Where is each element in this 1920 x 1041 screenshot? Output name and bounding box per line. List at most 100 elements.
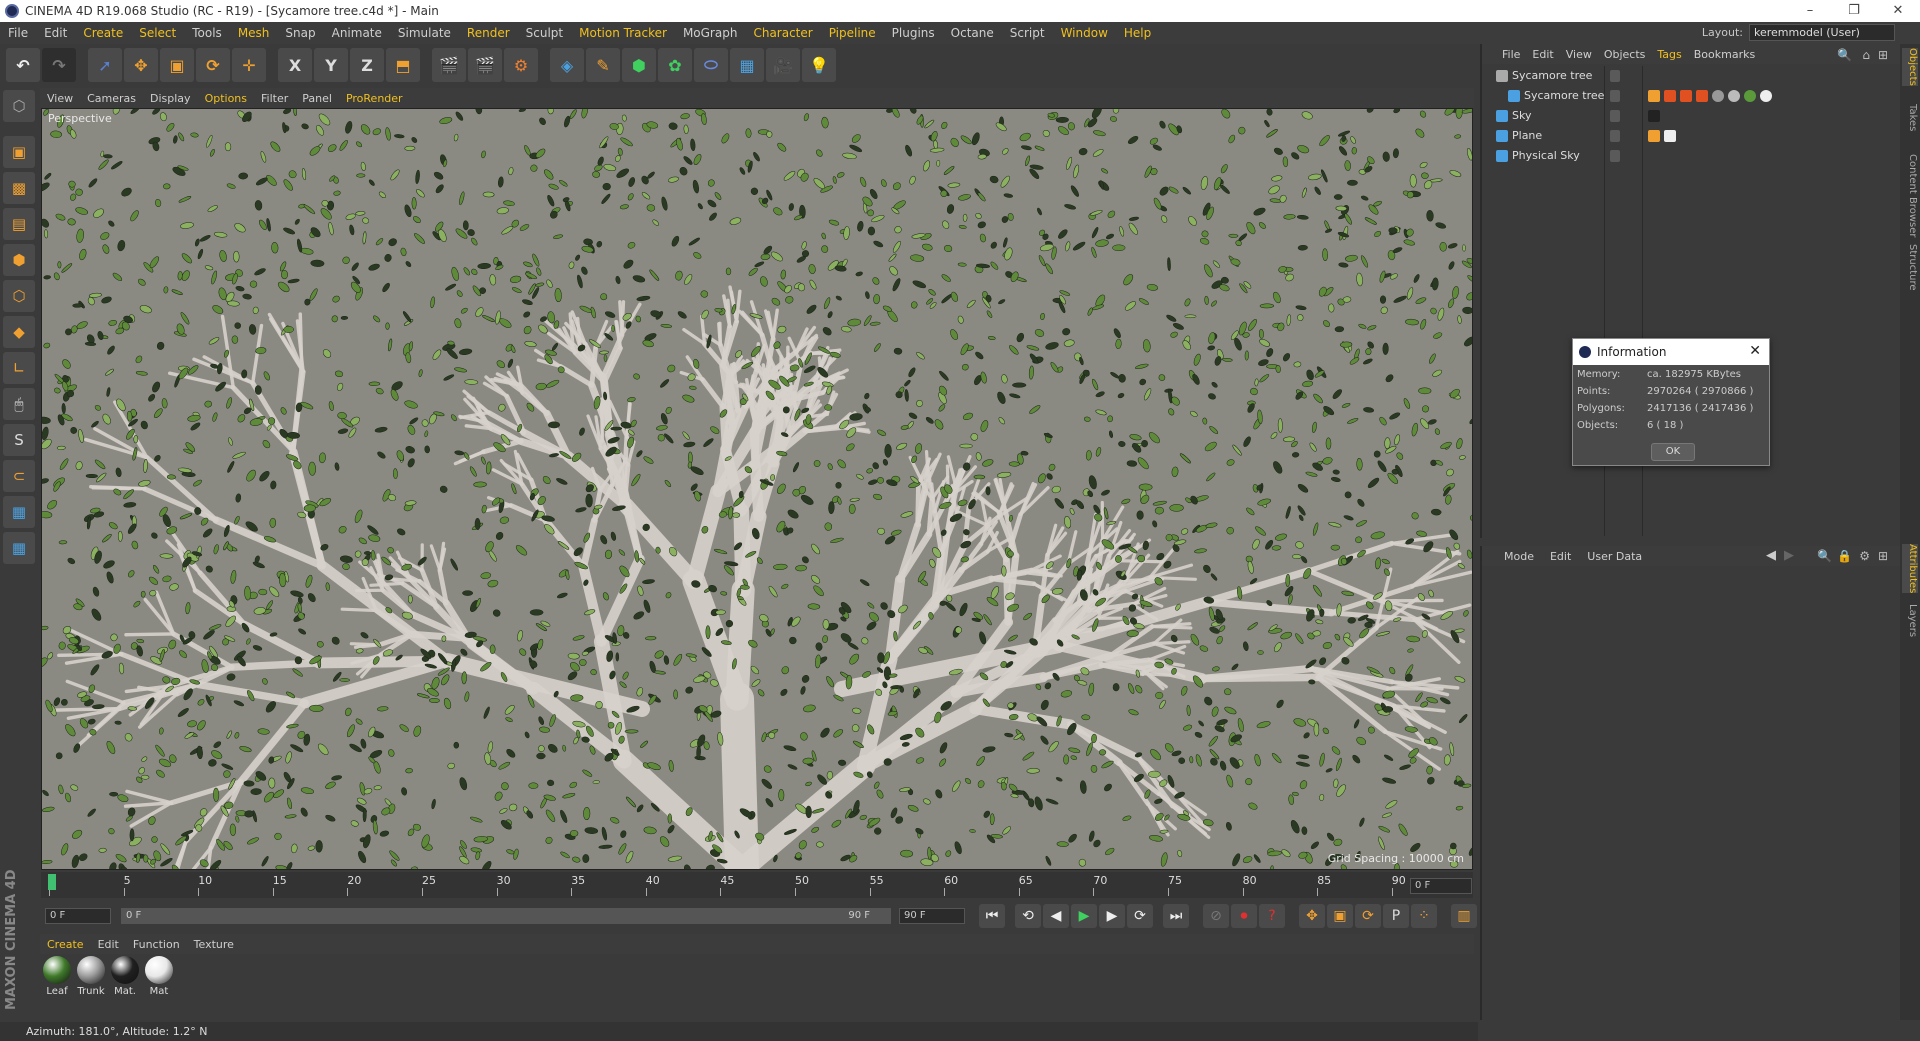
visibility-dots-icon[interactable]	[1624, 70, 1634, 82]
visibility-dots-icon[interactable]	[1610, 70, 1620, 82]
object-tag-icon[interactable]	[1696, 90, 1708, 102]
menu-motion-tracker[interactable]: Motion Tracker	[571, 26, 675, 40]
move-tool-icon[interactable]: ✥	[124, 48, 158, 82]
restore-button[interactable]: ❐	[1832, 0, 1876, 22]
menu-edit[interactable]: Edit	[36, 26, 75, 40]
menu-pipeline[interactable]: Pipeline	[821, 26, 884, 40]
deformer-icon[interactable]: ⬭	[694, 48, 728, 82]
menu-mograph[interactable]: MoGraph	[675, 26, 746, 40]
visibility-dots-icon[interactable]	[1624, 110, 1634, 122]
material-swatch[interactable]: Mat.	[110, 956, 140, 997]
object-tag-icon[interactable]	[1648, 130, 1660, 142]
motion-path-icon[interactable]: ⊘	[1203, 904, 1229, 928]
right-tab-layers[interactable]: Layers	[1902, 604, 1918, 637]
right-tab-attributes[interactable]: Attributes	[1902, 544, 1918, 594]
start-frame-field[interactable]: 0 F	[45, 908, 111, 924]
object-row[interactable]: Sycamore tree	[1482, 86, 1900, 106]
live-selection-icon[interactable]: ➚	[88, 48, 122, 82]
object-tag-icon[interactable]	[1648, 110, 1660, 122]
light-icon[interactable]: 💡	[802, 48, 836, 82]
object-menu-bookmarks[interactable]: Bookmarks	[1688, 48, 1761, 61]
lock-icon[interactable]: 🔒	[1837, 549, 1852, 563]
object-row[interactable]: Sky	[1482, 106, 1900, 126]
prev-key-icon[interactable]: ⟲	[1015, 904, 1041, 928]
scale-tool-icon[interactable]: ▣	[160, 48, 194, 82]
minimize-button[interactable]: –	[1788, 0, 1832, 22]
home-icon[interactable]: ⌂	[1862, 48, 1870, 62]
object-tag-icon[interactable]	[1760, 90, 1772, 102]
object-menu-objects[interactable]: Objects	[1598, 48, 1652, 61]
menu-simulate[interactable]: Simulate	[390, 26, 459, 40]
object-row[interactable]: Sycamore tree	[1482, 66, 1900, 86]
playhead[interactable]	[48, 874, 56, 890]
menu-octane[interactable]: Octane	[943, 26, 1002, 40]
transform-tool-icon[interactable]: ✛	[232, 48, 266, 82]
right-tab-content-browser[interactable]: Content Browser	[1902, 154, 1918, 237]
menu-script[interactable]: Script	[1002, 26, 1053, 40]
points-mode-icon[interactable]: ⬢	[3, 244, 35, 276]
forward-arrow-icon[interactable]: ▶	[1784, 548, 1794, 563]
menu-window[interactable]: Window	[1053, 26, 1116, 40]
viewport-menu-cameras[interactable]: Cameras	[80, 92, 143, 105]
visibility-dots-icon[interactable]	[1610, 150, 1620, 162]
attribute-menu-mode[interactable]: Mode	[1496, 550, 1542, 563]
current-frame-field[interactable]: 0 F	[1410, 878, 1472, 894]
viewport-menu-filter[interactable]: Filter	[254, 92, 295, 105]
z-axis-lock-icon[interactable]: Z	[350, 48, 384, 82]
model-mode-icon[interactable]: ▣	[3, 136, 35, 168]
object-tag-icon[interactable]	[1744, 90, 1756, 102]
workplane-lock-icon[interactable]: ▦	[3, 496, 35, 528]
close-icon[interactable]: ✕	[1749, 343, 1761, 359]
key-rotation-icon[interactable]: ⟳	[1355, 904, 1381, 928]
timeline-ruler[interactable]: 051015202530354045505560657075808590	[41, 872, 1473, 898]
pen-spline-icon[interactable]: ✎	[586, 48, 620, 82]
object-tag-icon[interactable]	[1664, 90, 1676, 102]
back-arrow-icon[interactable]: ◀	[1766, 548, 1776, 563]
material-swatch[interactable]: Trunk	[76, 956, 106, 997]
object-row[interactable]: Plane	[1482, 126, 1900, 146]
viewport-menu-prorender[interactable]: ProRender	[339, 92, 410, 105]
object-tag-icon[interactable]	[1680, 90, 1692, 102]
timeline-window-icon[interactable]: ▥	[1451, 904, 1477, 928]
object-menu-file[interactable]: File	[1496, 48, 1526, 61]
redo-icon[interactable]: ↷	[42, 48, 76, 82]
camera-icon[interactable]: 🎥	[766, 48, 800, 82]
search-icon[interactable]: 🔍	[1817, 549, 1832, 563]
texture-mode-icon[interactable]: ▩	[3, 172, 35, 204]
axis-mode-icon[interactable]: ∟	[3, 352, 35, 384]
goto-start-icon[interactable]: ⏮	[979, 904, 1005, 928]
material-swatch[interactable]: Leaf	[42, 956, 72, 997]
object-tag-icon[interactable]	[1728, 90, 1740, 102]
search-icon[interactable]: 🔍	[1837, 48, 1852, 62]
workplane-mode-icon[interactable]: ▤	[3, 208, 35, 240]
edges-mode-icon[interactable]: ⬡	[3, 280, 35, 312]
object-tag-icon[interactable]	[1664, 130, 1676, 142]
right-tab-takes[interactable]: Takes	[1902, 104, 1918, 131]
magnet-icon[interactable]: ⊂	[3, 460, 35, 492]
polygons-mode-icon[interactable]: ◆	[3, 316, 35, 348]
object-tag-icon[interactable]	[1712, 90, 1724, 102]
tweak-mode-icon[interactable]: 🖱	[3, 388, 35, 420]
right-tab-structure[interactable]: Structure	[1902, 244, 1918, 291]
x-axis-lock-icon[interactable]: X	[278, 48, 312, 82]
menu-select[interactable]: Select	[131, 26, 184, 40]
object-menu-tags[interactable]: Tags	[1651, 48, 1687, 61]
right-tab-objects[interactable]: Objects	[1902, 48, 1918, 86]
menu-character[interactable]: Character	[745, 26, 820, 40]
snap-icon[interactable]: S	[3, 424, 35, 456]
material-menu-texture[interactable]: Texture	[187, 938, 241, 951]
make-editable-icon[interactable]: ⬡	[3, 90, 35, 122]
object-tag-icon[interactable]	[1648, 90, 1660, 102]
key-parameter-icon[interactable]: P	[1383, 904, 1409, 928]
visibility-dots-icon[interactable]	[1610, 130, 1620, 142]
ok-button[interactable]: OK	[1651, 443, 1695, 461]
menu-help[interactable]: Help	[1116, 26, 1159, 40]
goto-end-icon[interactable]: ⏭	[1163, 904, 1189, 928]
render-settings-icon[interactable]: ⚙	[504, 48, 538, 82]
menu-tools[interactable]: Tools	[184, 26, 230, 40]
new-view-icon[interactable]: ⊞	[1878, 549, 1888, 563]
menu-animate[interactable]: Animate	[324, 26, 390, 40]
menu-file[interactable]: File	[0, 26, 36, 40]
object-menu-view[interactable]: View	[1560, 48, 1598, 61]
key-pla-icon[interactable]: ⁘	[1411, 904, 1437, 928]
